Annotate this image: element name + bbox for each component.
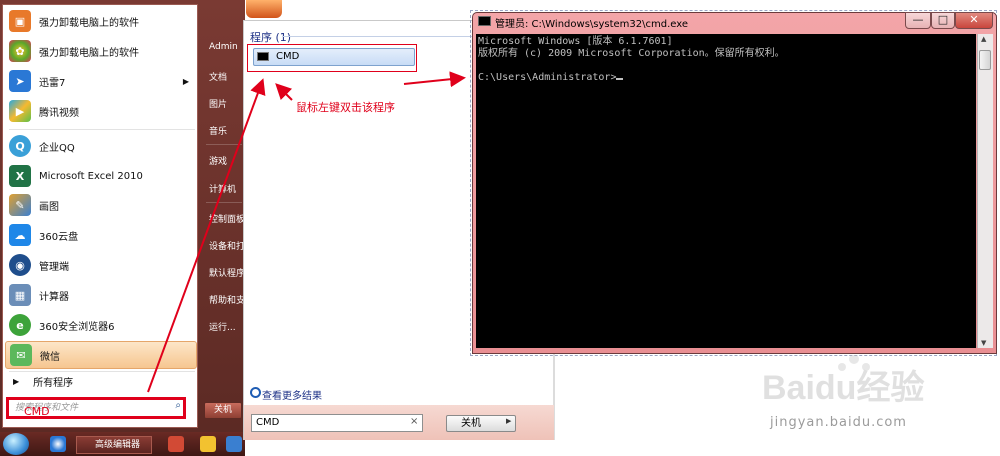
app-item-manager[interactable]: ◉ 管理端 [5,251,197,279]
app-label: 管理端 [39,261,69,273]
taskbar-app-icon[interactable] [168,436,184,452]
text-cursor [616,78,624,80]
divider [9,129,195,130]
qq-penguin-icon: Q [9,135,31,157]
app-item-360-cloud[interactable]: ☁ 360云盘 [5,221,197,249]
console-output[interactable]: Microsoft Windows [版本 6.1.7601] 版权所有 (c)… [476,34,976,348]
cloud-disk-icon: ☁ [9,224,31,246]
close-button[interactable]: ✕ [955,12,993,29]
right-item-pictures[interactable]: 图片 [209,97,245,110]
magnifier-icon[interactable]: ⌕ [175,400,181,411]
right-item-run[interactable]: 运行... [209,320,245,333]
console-line: Microsoft Windows [版本 6.1.7601] [478,36,673,47]
app-label: 迅雷7 [39,77,66,89]
triangle-right-icon: ▶ [13,376,20,386]
right-item-control-panel[interactable]: 控制面板 [209,212,245,225]
right-item-devices[interactable]: 设备和打 [209,239,245,252]
programs-section-header: 程序 (1) [250,31,292,44]
calculator-icon: ▦ [9,284,31,306]
app-item-paint[interactable]: ✎ 画图 [5,191,197,219]
scrollbar-thumb[interactable] [979,50,991,70]
app-item-360-browser[interactable]: e 360安全浏览器6 [5,311,197,339]
taskbar-app-icon[interactable] [226,436,242,452]
watermark-url: jingyan.baidu.com [770,415,907,430]
all-programs-label: 所有程序 [33,377,74,389]
start-menu-right-pane: Admin 文档 图片 音乐 游戏 计算机 控制面板 设备和打 默认程序 帮助和… [200,4,245,428]
right-item-documents[interactable]: 文档 [209,70,245,83]
start-orb-icon[interactable] [3,433,29,455]
taskbar-task-button[interactable]: 高级编辑器 [76,436,152,454]
user-avatar[interactable] [246,0,282,18]
paint-palette-icon: ✎ [9,194,31,216]
submenu-arrow-icon: ▶ [182,76,189,86]
app-label: 360云盘 [39,231,79,243]
console-prompt: C:\Users\Administrator> [478,72,617,83]
app-item-thunder[interactable]: ➤ 迅雷7 ▶ [5,67,197,95]
right-item-help[interactable]: 帮助和支 [209,293,245,306]
right-item-music[interactable]: 音乐 [209,124,245,137]
window-controls: — □ ✕ [905,12,993,30]
baidu-watermark: Baidu经验 [762,355,924,407]
console-line: 版权所有 (c) 2009 Microsoft Corporation。保留所有… [478,48,785,59]
app-label: 计算器 [39,291,69,303]
app-item-excel[interactable]: X Microsoft Excel 2010 [5,162,197,190]
maximize-button[interactable]: □ [931,12,955,29]
scroll-down-icon[interactable]: ▼ [981,339,986,347]
app-item-wechat[interactable]: ✉ 微信 [5,341,197,369]
clear-search-icon[interactable]: × [410,416,418,427]
thunder-bird-icon: ➤ [9,70,31,92]
app-item-tencent-video[interactable]: ▶ 腾讯视频 [5,97,197,125]
app-item-uninstall-1[interactable]: ▣ 强力卸载电脑上的软件 [5,7,197,35]
watermark-logo: Baidu经验 [762,368,924,407]
vertical-scrollbar[interactable]: ▲ ▼ [977,34,993,348]
window-title: 管理员: C:\Windows\system32\cmd.exe [495,19,689,30]
excel-icon: X [9,165,31,187]
console-prompt-line: C:\Users\Administrator> [478,72,974,84]
search-typed-text: CMD [24,405,50,418]
app-label: 企业QQ [39,142,75,154]
see-more-results-link[interactable]: 查看更多结果 [262,387,322,402]
right-item-user[interactable]: Admin [209,42,245,52]
taskbar-app-icon[interactable] [200,436,216,452]
right-item-computer[interactable]: 计算机 [209,182,245,195]
start-menu-program-list: ▣ 强力卸载电脑上的软件 ✿ 强力卸载电脑上的软件 ➤ 迅雷7 ▶ ▶ 腾讯视频… [2,4,198,428]
scroll-up-icon[interactable]: ▲ [981,35,986,43]
cmd-console-icon [478,16,491,26]
app-item-enterprise-qq[interactable]: Q 企业QQ [5,132,197,160]
divider [206,144,242,145]
search-input[interactable]: CMD [251,414,423,432]
divider [206,202,242,203]
app-label: 画图 [39,201,59,213]
start-shutdown-button[interactable]: 关机 [204,402,242,419]
search-magnifier-icon [250,387,261,398]
app-label: Microsoft Excel 2010 [39,170,143,182]
minimize-button[interactable]: — [905,12,931,29]
app-label: 微信 [40,351,60,363]
app-label: 腾讯视频 [39,107,79,119]
app-label: 强力卸载电脑上的软件 [39,17,139,29]
annotation-highlight-box [247,44,417,72]
all-programs-button[interactable]: ▶ 所有程序 [5,367,197,395]
right-item-games[interactable]: 游戏 [209,154,245,167]
uninstall-box-icon: ▣ [9,10,31,32]
app-item-uninstall-2[interactable]: ✿ 强力卸载电脑上的软件 [5,37,197,65]
app-label: 360安全浏览器6 [39,321,115,333]
wechat-icon: ✉ [10,344,32,366]
taskbar-app-icon[interactable] [50,436,66,452]
eye-icon: ◉ [9,254,31,276]
tencent-video-icon: ▶ [9,100,31,122]
app-item-calculator[interactable]: ▦ 计算器 [5,281,197,309]
browser-e-icon: e [9,314,31,336]
annotation-text: 鼠标左键双击该程序 [296,101,395,114]
shutdown-options-arrow-icon[interactable]: ▶ [506,417,511,425]
colorful-flower-icon: ✿ [9,40,31,62]
app-label: 强力卸载电脑上的软件 [39,47,139,59]
right-item-default-programs[interactable]: 默认程序 [209,266,245,279]
